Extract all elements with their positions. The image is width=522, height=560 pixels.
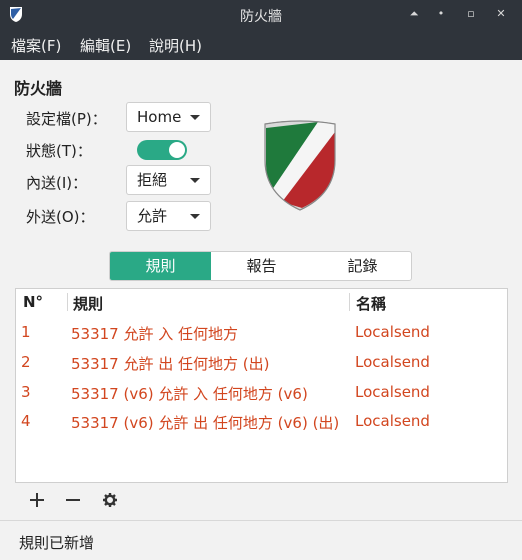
- row-rule: 53317 允許 入 任何地方: [71, 325, 239, 343]
- rules-table: N° 規則 名稱 1 53317 允許 入 任何地方 Localsend 2 5…: [15, 288, 508, 483]
- row-name: Localsend: [355, 323, 430, 341]
- tab-report[interactable]: 報告: [211, 252, 312, 280]
- status-message: 規則已新增: [19, 534, 95, 552]
- row-name: Localsend: [355, 412, 430, 430]
- tab-rules[interactable]: 規則: [110, 252, 211, 280]
- row-number: 1: [21, 323, 31, 341]
- chevron-down-icon: [190, 178, 200, 183]
- firewall-shield-icon: [264, 120, 336, 211]
- chevron-down-icon: [190, 214, 200, 219]
- incoming-value: 拒絕: [137, 171, 168, 189]
- row-number: 3: [21, 383, 31, 401]
- row-number: 2: [21, 353, 31, 371]
- outgoing-label: 外送(O)：: [26, 208, 95, 226]
- profile-dropdown[interactable]: Home: [126, 102, 211, 132]
- column-header-name[interactable]: 名稱: [356, 293, 386, 314]
- row-number: 4: [21, 412, 31, 430]
- gear-icon: [103, 493, 117, 507]
- column-separator: [67, 293, 68, 311]
- row-rule: 53317 允許 出 任何地方 (出): [71, 355, 270, 373]
- menu-edit[interactable]: 編輯(E): [80, 35, 131, 56]
- close-window-icon[interactable]: ✕: [493, 6, 509, 22]
- profile-label: 設定檔(P)：: [26, 110, 107, 128]
- tab-log[interactable]: 記錄: [312, 252, 411, 280]
- menu-bar: 檔案(F) 編輯(E) 說明(H): [0, 30, 522, 60]
- minus-icon: [66, 499, 80, 501]
- maximize-window-icon[interactable]: ▫: [463, 6, 479, 22]
- chevron-down-icon: [190, 115, 200, 120]
- minimize-window-icon[interactable]: •: [433, 6, 449, 22]
- status-label: 狀態(T)：: [26, 142, 92, 160]
- column-separator: [349, 293, 350, 311]
- edit-rule-button[interactable]: [100, 490, 120, 510]
- remove-rule-button[interactable]: [63, 490, 83, 510]
- status-bar: 規則已新增: [0, 520, 522, 560]
- status-toggle[interactable]: [137, 140, 187, 160]
- row-rule: 53317 (v6) 允許 入 任何地方 (v6): [71, 385, 308, 403]
- outgoing-value: 允許: [137, 207, 168, 225]
- toggle-knob: [169, 142, 185, 158]
- title-bar: 防火牆 ⏶ • ▫ ✕: [0, 0, 522, 30]
- menu-file[interactable]: 檔案(F): [11, 35, 61, 56]
- menu-help[interactable]: 說明(H): [149, 35, 202, 56]
- profile-value: Home: [137, 108, 182, 126]
- row-name: Localsend: [355, 383, 430, 401]
- incoming-label: 內送(I)：: [26, 174, 88, 192]
- column-header-number[interactable]: N°: [23, 293, 43, 311]
- shade-window-icon[interactable]: ⏶: [406, 6, 422, 22]
- plus-icon: [30, 493, 44, 507]
- add-rule-button[interactable]: [27, 490, 47, 510]
- incoming-dropdown[interactable]: 拒絕: [126, 165, 211, 195]
- column-header-rule[interactable]: 規則: [73, 293, 103, 314]
- view-tabs: 規則 報告 記錄: [109, 251, 412, 281]
- row-rule: 53317 (v6) 允許 出 任何地方 (v6) (出): [71, 414, 340, 432]
- outgoing-dropdown[interactable]: 允許: [126, 201, 211, 231]
- firewall-section-title: 防火牆: [14, 79, 63, 98]
- row-name: Localsend: [355, 353, 430, 371]
